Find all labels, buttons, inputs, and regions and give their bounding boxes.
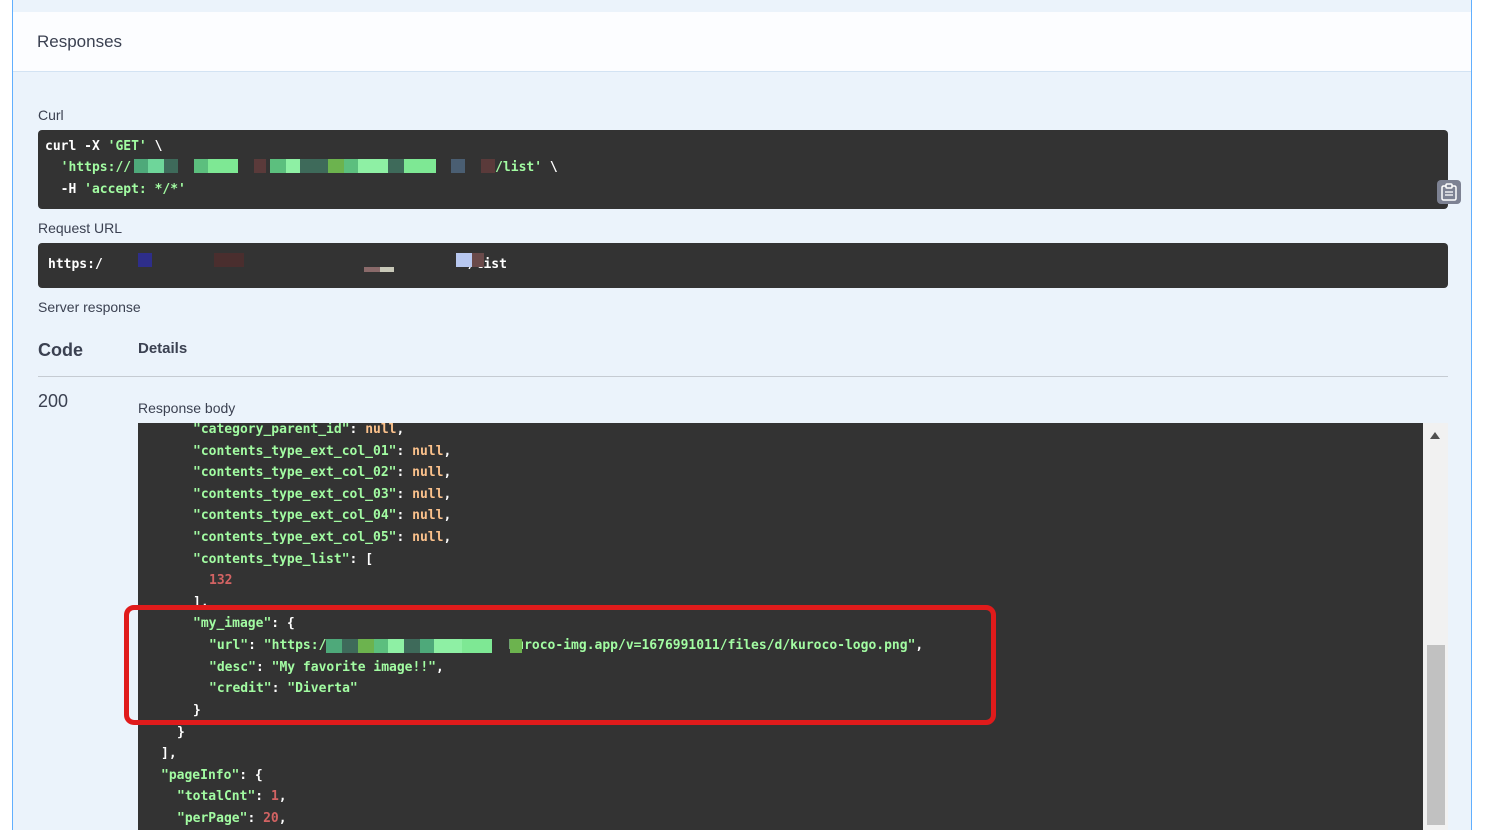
scroll-up-arrow-icon[interactable] (1430, 432, 1440, 439)
json-line: "contents_type_ext_col_01": null, (193, 444, 452, 459)
json-line: } (177, 725, 185, 740)
json-line: "contents_type_ext_col_03": null, (193, 487, 452, 502)
top-strip (13, 0, 1471, 12)
json-line: 132 (209, 573, 233, 588)
copy-to-clipboard-button[interactable] (1437, 180, 1461, 204)
request-url-block[interactable]: https://list (38, 243, 1448, 288)
clipboard-icon (1441, 183, 1457, 201)
curl-label: Curl (38, 107, 64, 123)
curl-line-3: -H 'accept: */*' (45, 182, 186, 197)
details-column-header: Details (138, 340, 188, 357)
json-line: "contents_type_ext_col_04": null, (193, 508, 452, 523)
response-body-scrollbar[interactable] (1423, 423, 1448, 830)
responses-header: Responses (13, 12, 1471, 72)
json-line: "perPage": 20, (177, 811, 287, 826)
scrollbar-thumb[interactable] (1427, 645, 1445, 825)
json-line: ], (161, 746, 177, 761)
json-line: "totalCnt": 1, (177, 789, 287, 804)
json-line: "contents_type_ext_col_02": null, (193, 465, 452, 480)
highlight-annotation-box (124, 605, 996, 725)
request-url-text: https://list (48, 257, 507, 272)
json-line: "contents_type_ext_col_05": null, (193, 530, 452, 545)
json-line: "contents_type_list": [ (193, 552, 374, 567)
responses-title: Responses (37, 32, 123, 51)
server-response-label: Server response (38, 299, 141, 315)
request-url-label: Request URL (38, 220, 123, 236)
header-divider (38, 376, 1448, 377)
code-column-header: Code (38, 340, 83, 360)
curl-line-1: curl -X 'GET' \ (45, 139, 163, 154)
json-line: "category_parent_id": null, (193, 423, 405, 437)
response-code: 200 (38, 391, 69, 411)
json-line: "pageInfo": { (161, 768, 263, 783)
response-body-label: Response body (138, 400, 236, 416)
responses-section: Responses Curl curl -X 'GET' \ 'https://… (12, 0, 1472, 830)
curl-code-block[interactable]: curl -X 'GET' \ 'https:///list' \ -H 'ac… (38, 130, 1461, 209)
